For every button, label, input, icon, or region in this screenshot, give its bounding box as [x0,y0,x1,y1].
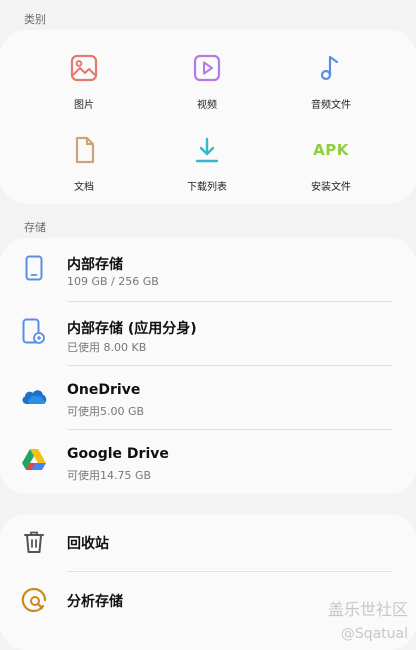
video-icon [187,48,227,88]
storage-item-subtitle: 可使用14.75 GB [67,469,152,482]
dual-app-phone-icon [20,318,48,346]
storage-item-google-drive[interactable]: Google Drive 可使用14.75 GB [0,430,416,494]
document-icon [64,130,104,170]
storage-item-title: Google Drive [67,446,169,462]
download-icon [187,130,227,170]
categories-title: 类别 [24,13,46,26]
apk-icon: APK [311,130,351,170]
category-label: 图片 [74,100,94,111]
trash-item[interactable]: 回收站 [0,514,416,570]
storage-card: 内部存储 109 GB / 256 GB 内部存储 (应用分身) 已使用 8.0… [0,238,416,494]
category-images[interactable]: 图片 [24,48,144,111]
category-label: 下载列表 [187,182,227,193]
trash-icon [20,528,48,556]
watermark-user: @Sqatual [340,626,408,642]
music-icon [311,48,351,88]
apk-icon-text: APK [313,141,349,159]
onedrive-icon [20,382,48,410]
storage-item-dual-app[interactable]: 内部存储 (应用分身) 已使用 8.00 KB [0,302,416,366]
watermark-community: 盖乐世社区 [327,600,408,619]
storage-item-subtitle: 可使用5.00 GB [67,405,145,418]
storage-item-internal[interactable]: 内部存储 109 GB / 256 GB [0,238,416,302]
category-label: 音频文件 [311,100,351,111]
category-documents[interactable]: 文档 [24,130,144,193]
image-icon [64,48,104,88]
category-label: 安装文件 [311,182,351,193]
storage-item-onedrive[interactable]: OneDrive 可使用5.00 GB [0,366,416,430]
category-label: 视频 [197,100,217,111]
storage-item-title: 内部存储 (应用分身) [67,321,197,337]
google-drive-icon [20,446,48,474]
storage-item-subtitle: 109 GB / 256 GB [67,275,159,288]
storage-title: 存储 [24,221,46,234]
category-label: 文档 [74,182,94,193]
analyze-storage-title: 分析存储 [67,594,123,610]
category-downloads[interactable]: 下载列表 [147,130,267,193]
category-installers[interactable]: APK 安装文件 [271,130,391,193]
storage-item-subtitle: 已使用 8.00 KB [67,341,147,354]
phone-icon [20,254,48,282]
storage-item-title: 内部存储 [67,257,123,273]
analyze-storage-icon [20,586,48,614]
category-audio[interactable]: 音频文件 [271,48,391,111]
categories-card: 图片 视频 音频文件 文档 下载列表 APK 安装文件 [0,30,416,204]
category-videos[interactable]: 视频 [147,48,267,111]
storage-item-title: OneDrive [67,382,141,398]
trash-title: 回收站 [67,536,109,552]
